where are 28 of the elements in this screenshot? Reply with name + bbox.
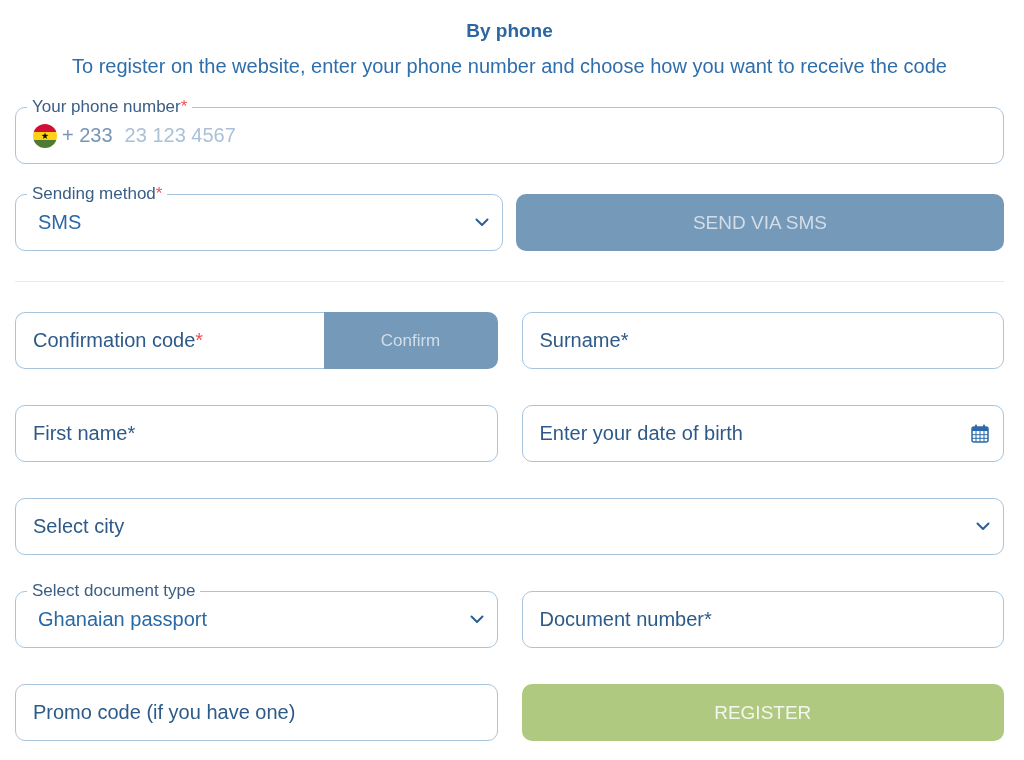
chevron-down-icon	[469, 615, 484, 624]
field-label: Enter your date of birth	[539, 422, 744, 445]
confirmation-code-field[interactable]: Confirmation code*	[15, 312, 324, 369]
selected-value: Ghanaian passport	[38, 608, 208, 631]
flag-icon	[33, 123, 57, 148]
instructions-text: To register on the website, enter your phone number and choose how you want to receive the code	[72, 55, 947, 77]
chevron-down-icon	[475, 218, 489, 227]
calendar-icon	[971, 424, 989, 443]
field-label: Document number*	[539, 608, 713, 631]
selected-value: SMS	[38, 211, 83, 234]
text-field[interactable]: Surname*	[521, 312, 1004, 369]
field-label: Select document type	[27, 581, 201, 601]
section-heading: By phone	[466, 20, 553, 42]
field-label: Your phone number*	[27, 97, 193, 117]
field-label: First name*	[33, 422, 137, 445]
field-label: Sending method*	[27, 184, 168, 204]
text-field[interactable]: Promo code (if you have one)	[15, 684, 498, 741]
chevron-down-icon	[976, 522, 990, 531]
field-label: Surname*	[539, 329, 630, 352]
country-code: + 233	[62, 124, 113, 147]
field-label: Confirmation code*	[33, 329, 205, 352]
phone-input[interactable]: 23 123 4567	[124, 124, 990, 147]
date-field[interactable]: Enter your date of birth	[521, 405, 1004, 462]
text-field[interactable]: First name*	[15, 405, 498, 462]
field-label: Select city	[33, 515, 126, 538]
select-field[interactable]: Select city	[15, 498, 1004, 555]
text-field[interactable]: Document number*	[521, 591, 1004, 648]
field-label: Promo code (if you have one)	[33, 701, 297, 724]
